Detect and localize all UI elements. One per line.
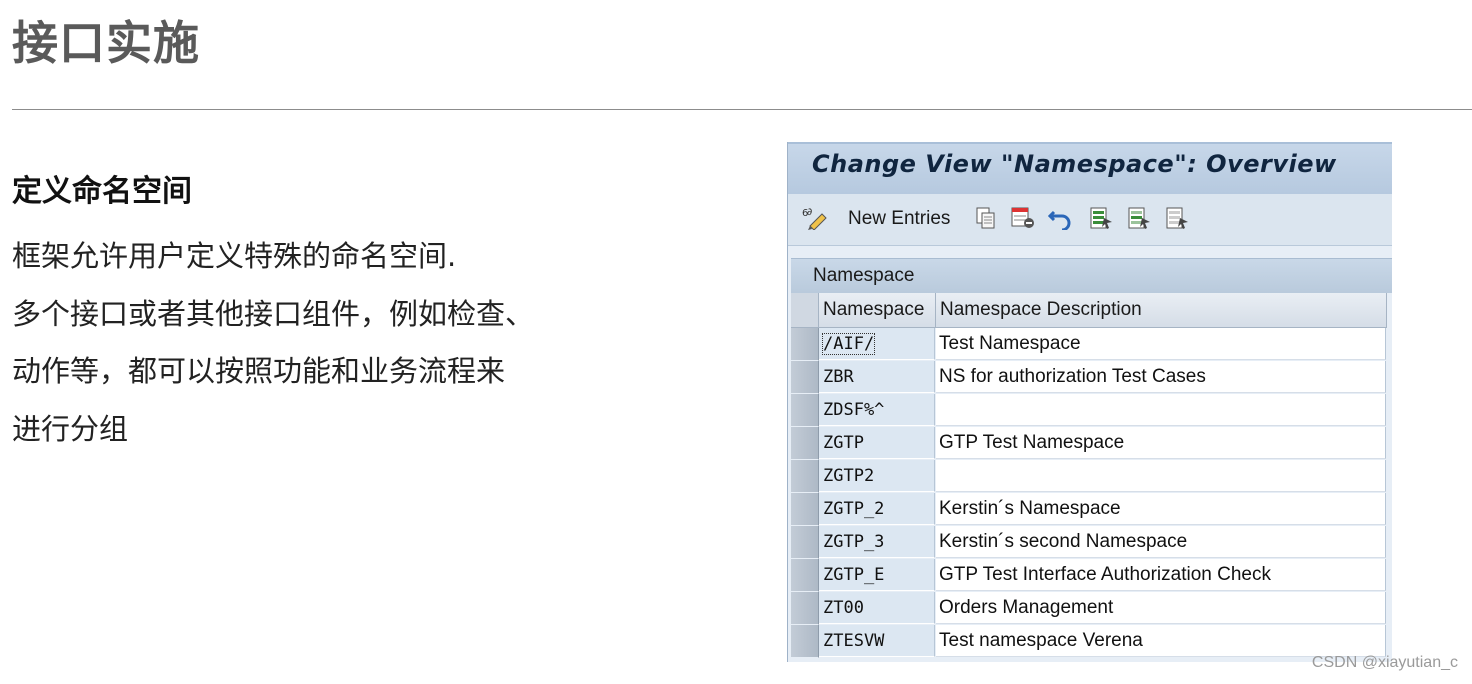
body-line: 动作等，都可以按照功能和业务流程来 — [12, 354, 506, 388]
description-cell[interactable]: GTP Test Interface Authorization Check — [936, 559, 1386, 591]
row-selector[interactable] — [791, 328, 819, 361]
row-selector[interactable] — [791, 427, 819, 460]
description-cell[interactable] — [936, 460, 1386, 492]
row-selector[interactable] — [791, 361, 819, 394]
delete-icon[interactable] — [1010, 206, 1034, 230]
new-entries-button[interactable]: New Entries — [848, 206, 950, 232]
watermark: CSDN @xiayutian_c — [1311, 654, 1458, 671]
namespace-cell[interactable]: /AIF/ — [819, 328, 935, 360]
sap-window-title: Change View "Namespace": Overview — [812, 150, 1337, 178]
description-cell[interactable]: Kerstin´s second Namespace — [936, 526, 1386, 558]
column-header-description[interactable]: Namespace Description — [936, 293, 1387, 327]
table-row: ZDSF%^ — [791, 394, 1387, 427]
table-row: ZGTP_E GTP Test Interface Authorization … — [791, 559, 1387, 592]
namespace-cell[interactable]: ZGTP_E — [819, 559, 935, 591]
table-row: ZGTP2 — [791, 460, 1387, 493]
section-heading: 定义命名空间 — [12, 174, 192, 209]
description-cell[interactable] — [936, 394, 1386, 426]
table-row: ZGTP GTP Test Namespace — [791, 427, 1387, 460]
table-row: ZGTP_3 Kerstin´s second Namespace — [791, 526, 1387, 559]
svg-text:∂: ∂ — [807, 207, 812, 218]
namespace-cell[interactable]: ZGTP_3 — [819, 526, 935, 558]
body-line: 进行分组 — [12, 411, 129, 446]
namespace-cell[interactable]: ZGTP_2 — [819, 493, 935, 525]
page-title: 接口实施 — [12, 16, 200, 70]
row-selector[interactable] — [791, 592, 819, 625]
description-cell[interactable]: Test namespace Verena — [936, 625, 1386, 657]
table-header: Namespace Namespace Description — [791, 293, 1387, 328]
change-display-icon[interactable]: 6 ∂ — [802, 206, 827, 230]
table-row: ZT00 Orders Management — [791, 592, 1387, 625]
row-selector[interactable] — [791, 559, 819, 592]
description-cell[interactable]: Kerstin´s Namespace — [936, 493, 1386, 525]
undo-icon[interactable] — [1048, 206, 1071, 230]
namespace-table: Namespace Namespace Description /AIF/ Te… — [791, 293, 1387, 658]
sap-content-area: Namespace Namespace Namespace Descriptio… — [788, 246, 1392, 662]
row-selector[interactable] — [791, 625, 819, 658]
row-selector[interactable] — [791, 394, 819, 427]
title-divider — [12, 109, 1472, 110]
copy-icon[interactable] — [974, 206, 996, 230]
row-selector[interactable] — [791, 526, 819, 559]
description-cell[interactable]: GTP Test Namespace — [936, 427, 1386, 459]
select-block-icon[interactable] — [1126, 206, 1150, 230]
table-row: ZGTP_2 Kerstin´s Namespace — [791, 493, 1387, 526]
namespace-cell[interactable]: ZT00 — [819, 592, 935, 624]
row-selector[interactable] — [791, 460, 819, 493]
table-caption-bar: Namespace — [791, 258, 1392, 293]
select-all-icon[interactable] — [1088, 206, 1112, 230]
description-cell[interactable]: Test Namespace — [936, 328, 1386, 360]
table-row: ZBR NS for authorization Test Cases — [791, 361, 1387, 394]
body-line: 框架允许用户定义特殊的命名空间. — [12, 239, 457, 273]
sap-toolbar: 6 ∂ New Entries — [788, 194, 1392, 246]
description-cell[interactable]: Orders Management — [936, 592, 1386, 624]
namespace-cell[interactable]: ZGTP2 — [819, 460, 935, 492]
table-row: ZTESVW Test namespace Verena — [791, 625, 1387, 658]
row-selector[interactable] — [791, 493, 819, 526]
table-row: /AIF/ Test Namespace — [791, 328, 1387, 361]
deselect-all-icon[interactable] — [1164, 206, 1188, 230]
namespace-cell[interactable]: ZGTP — [819, 427, 935, 459]
description-cell[interactable]: NS for authorization Test Cases — [936, 361, 1386, 393]
body-line: 多个接口或者其他接口组件，例如检查、 — [12, 296, 535, 331]
namespace-value: /AIF/ — [821, 333, 876, 355]
namespace-cell[interactable]: ZDSF%^ — [819, 394, 935, 426]
select-all-rows-button[interactable] — [791, 293, 819, 327]
table-caption: Namespace — [813, 265, 915, 286]
sap-title-bar: Change View "Namespace": Overview — [788, 142, 1392, 195]
namespace-cell[interactable]: ZTESVW — [819, 625, 935, 657]
sap-window: Change View "Namespace": Overview 6 ∂ Ne… — [787, 142, 1392, 662]
namespace-cell[interactable]: ZBR — [819, 361, 935, 393]
body-text: 框架允许用户定义特殊的命名空间. 多个接口或者其他接口组件，例如检查、 动作等，… — [12, 228, 612, 458]
column-header-namespace[interactable]: Namespace — [819, 293, 936, 327]
